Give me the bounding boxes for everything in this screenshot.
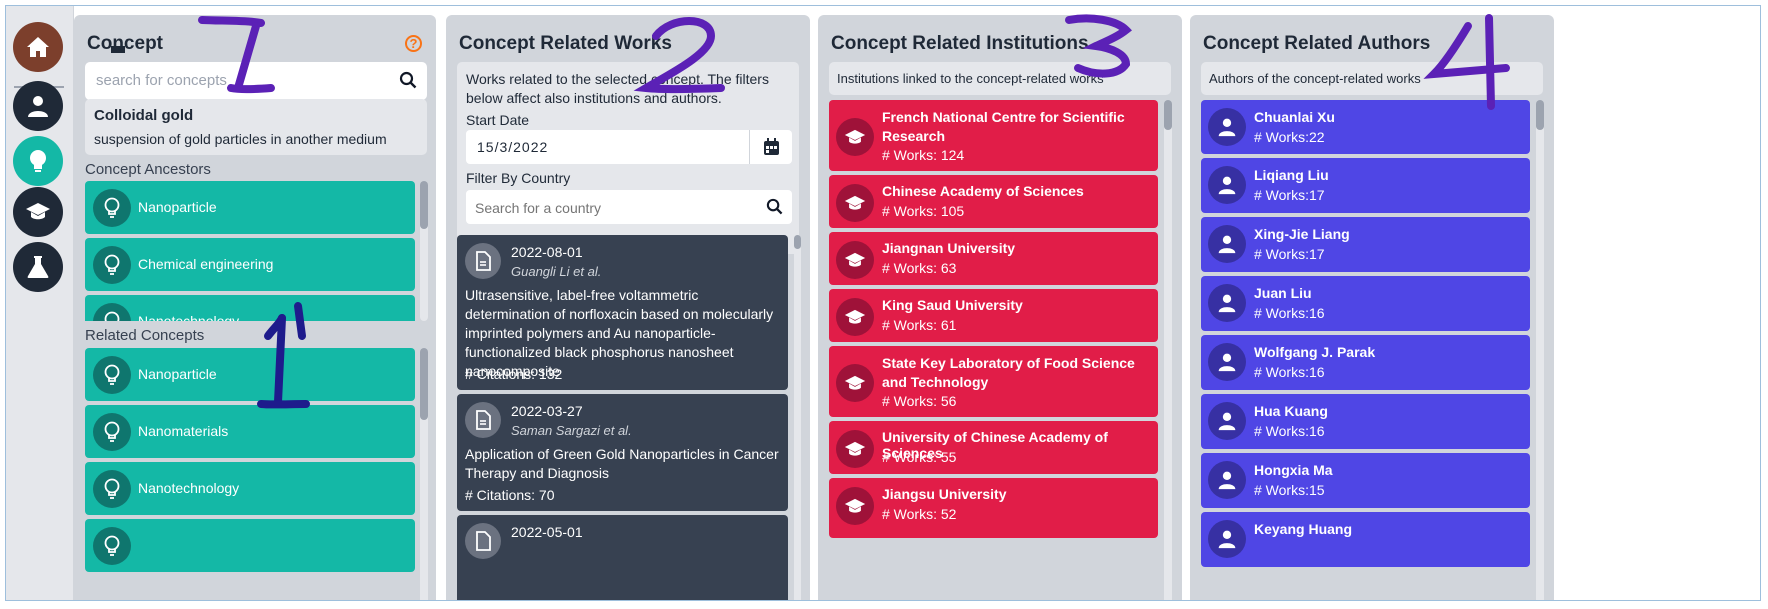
annotation-number-4 [1423,14,1510,110]
annotation-number-2 [633,17,725,94]
cursor-indicator [111,46,125,53]
annotation-number-3 [1065,14,1132,78]
handwritten-annotations [111,14,1510,409]
app-window: Concept ? Colloidal gold suspension of g… [5,5,1761,601]
annotation-number-1-second [257,302,310,409]
annotation-number-1 [198,16,275,94]
